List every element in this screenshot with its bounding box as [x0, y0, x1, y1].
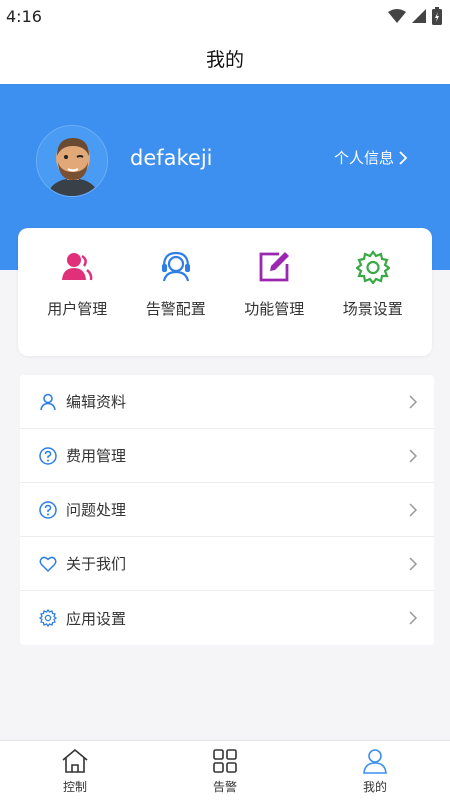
avatar-image — [37, 126, 107, 196]
profile-link-label: 个人信息 — [333, 149, 394, 167]
tab-label: 控制 — [62, 779, 87, 794]
tab-alarm[interactable]: 告警 — [150, 741, 300, 800]
avatar[interactable] — [36, 125, 108, 197]
chevron-right-icon — [409, 502, 418, 517]
menu-item-issue-handling[interactable]: 问题处理 — [20, 483, 434, 537]
chevron-right-icon — [399, 150, 408, 165]
profile-info-link[interactable]: 个人信息 — [334, 147, 408, 168]
quick-action-label: 告警配置 — [145, 300, 206, 318]
menu-item-about-us[interactable]: 关于我们 — [20, 537, 434, 591]
tab-label: 我的 — [362, 779, 387, 794]
home-icon — [61, 747, 89, 775]
menu-item-edit-profile[interactable]: 编辑资料 — [20, 375, 434, 429]
quick-action-alarm-config[interactable]: 告警配置 — [131, 250, 221, 356]
user-manage-icon — [60, 250, 94, 284]
status-bar: 4:16 — [0, 0, 450, 32]
menu-item-label: 应用设置 — [66, 609, 127, 628]
bottom-tab-bar: 控制 告警 我的 — [0, 740, 450, 800]
chevron-right-icon — [409, 394, 418, 409]
status-time: 4:16 — [6, 6, 42, 26]
question-icon — [38, 446, 58, 466]
grid-icon — [211, 747, 239, 775]
username: defakeji — [130, 146, 213, 170]
menu-list: 编辑资料 费用管理 问题处理 关于我们 应用设置 — [20, 375, 434, 645]
person-icon — [361, 747, 389, 775]
user-icon — [38, 392, 58, 412]
headset-icon — [159, 250, 193, 284]
tab-label: 告警 — [212, 779, 237, 794]
menu-item-label: 编辑资料 — [66, 393, 127, 411]
tab-control[interactable]: 控制 — [0, 741, 150, 800]
battery-icon — [432, 7, 442, 25]
quick-action-label: 用户管理 — [47, 300, 108, 318]
quick-action-user-manage[interactable]: 用户管理 — [32, 250, 122, 356]
gear-icon — [38, 608, 58, 628]
question-icon — [38, 500, 58, 520]
menu-item-label: 费用管理 — [66, 447, 127, 465]
chevron-right-icon — [409, 556, 418, 571]
heart-icon — [38, 554, 58, 574]
menu-item-label: 问题处理 — [66, 501, 127, 519]
page-title: 我的 — [205, 48, 244, 71]
quick-action-scene-settings[interactable]: 场景设置 — [328, 250, 418, 356]
quick-action-label: 场景设置 — [342, 300, 403, 318]
quick-actions-card: 用户管理 告警配置 功能管理 场景设置 — [18, 228, 432, 356]
quick-action-feature-manage[interactable]: 功能管理 — [229, 250, 319, 356]
chevron-right-icon — [409, 448, 418, 463]
menu-item-app-settings[interactable]: 应用设置 — [20, 591, 434, 645]
title-bar: 我的 — [0, 32, 450, 84]
chevron-right-icon — [409, 611, 418, 625]
edit-icon — [257, 250, 291, 284]
signal-icon — [412, 9, 426, 23]
quick-action-label: 功能管理 — [244, 300, 305, 318]
tab-mine[interactable]: 我的 — [300, 741, 450, 800]
menu-item-label: 关于我们 — [66, 555, 127, 573]
gear-icon — [355, 250, 390, 284]
status-icons — [388, 7, 442, 25]
menu-item-fee-manage[interactable]: 费用管理 — [20, 429, 434, 483]
wifi-icon — [388, 9, 406, 23]
